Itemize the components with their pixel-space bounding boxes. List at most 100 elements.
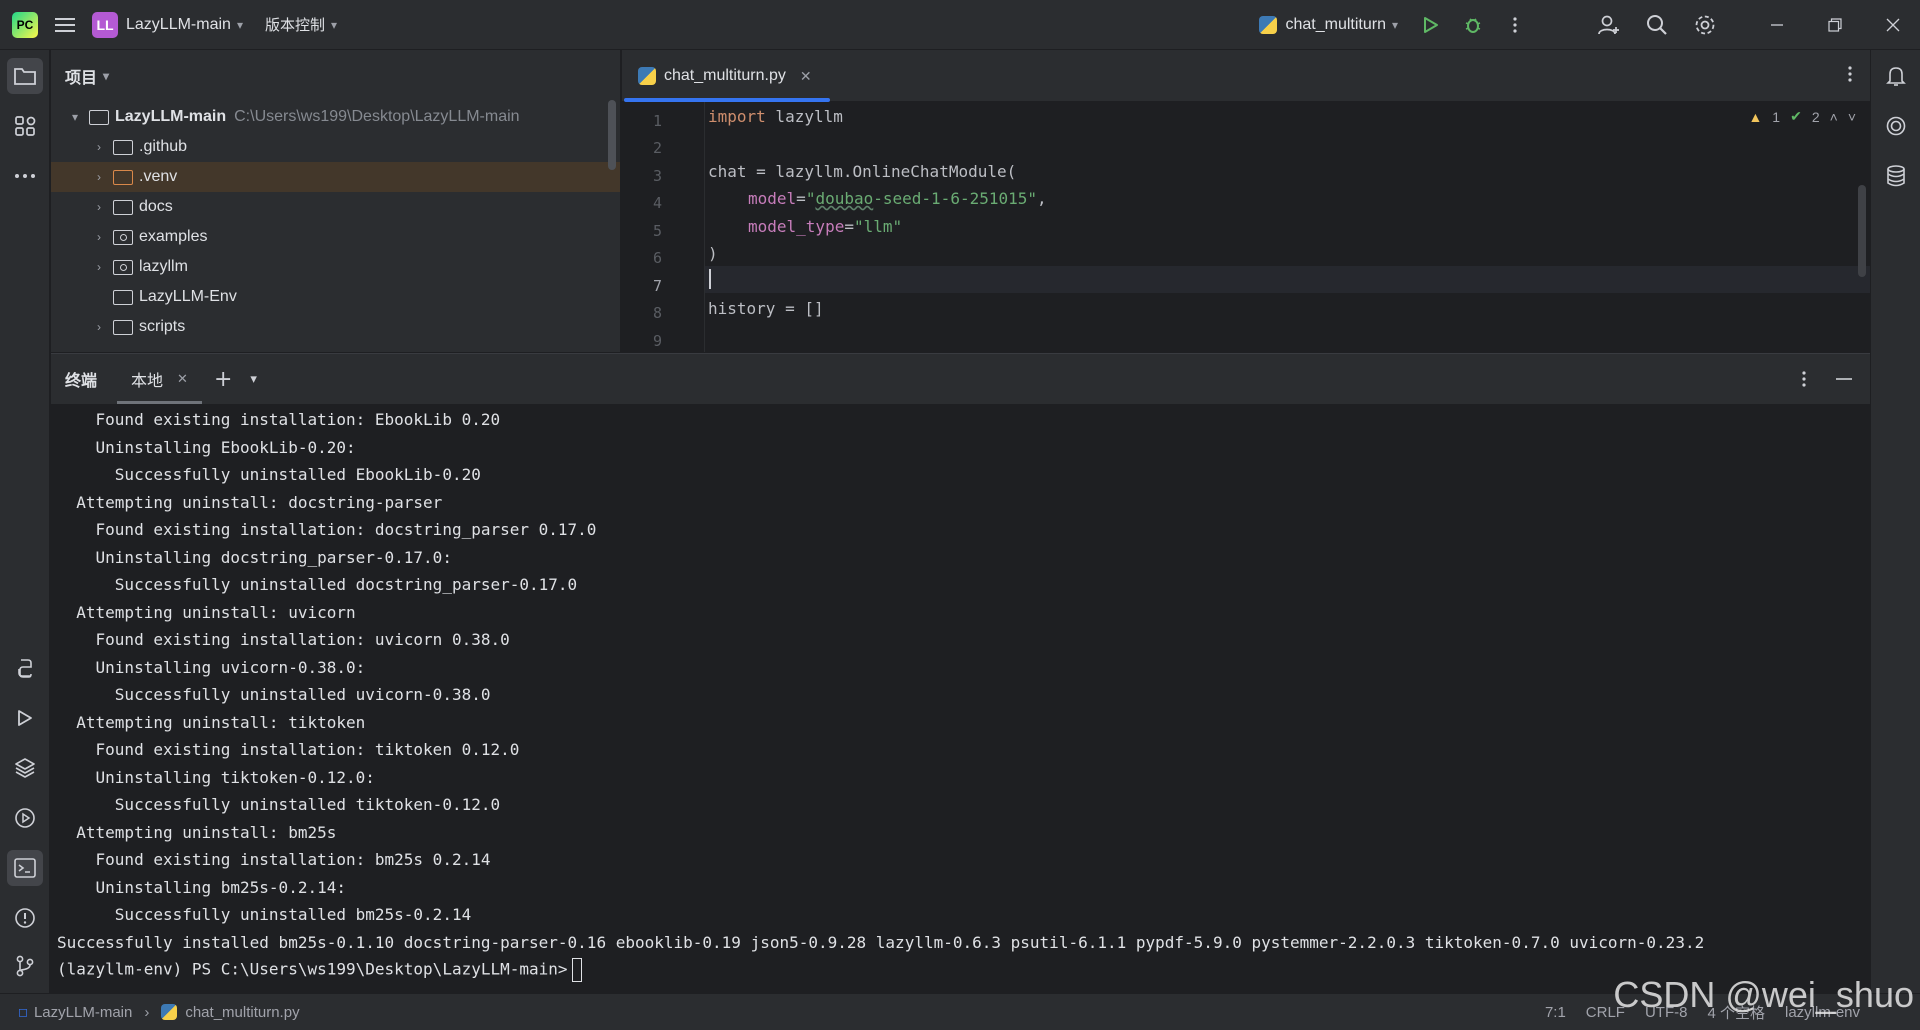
folder-icon — [113, 289, 133, 305]
editor-tab[interactable]: chat_multiturn.py ✕ — [622, 50, 830, 102]
structure-icon[interactable] — [7, 108, 43, 144]
pycharm-logo-icon[interactable]: PC — [12, 11, 38, 38]
line-number: 2 — [652, 139, 662, 157]
database-icon[interactable] — [1878, 158, 1914, 194]
project-scrollbar[interactable] — [608, 100, 616, 170]
tree-item-github[interactable]: › .github — [51, 132, 620, 162]
terminal-title: 终端 — [65, 373, 98, 390]
layers-icon[interactable] — [7, 750, 43, 786]
chevron-down-icon: ▾ — [330, 17, 338, 32]
terminal-icon[interactable] — [7, 850, 43, 886]
run-icon[interactable] — [1416, 10, 1446, 40]
terminal-line: Attempting uninstall: uvicorn — [57, 603, 356, 622]
terminal-line: Successfully uninstalled tiktoken-0.12.0 — [57, 795, 501, 814]
chevron-right-icon: › — [97, 200, 101, 214]
editor-panel: chat_multiturn.py ✕ 1 2 3 4 5 6 7 8 9 im… — [622, 50, 1870, 352]
code-line[interactable]: chat = lazyllm.OnlineChatModule( — [708, 162, 1016, 181]
code-line[interactable]: model="doubao-seed-1-6-251015", — [748, 189, 1047, 208]
weak-warning-count: 2 — [1811, 108, 1820, 125]
search-icon[interactable] — [1642, 10, 1672, 40]
tree-item-label: .venv — [139, 168, 178, 185]
project-panel-title: 项目 — [65, 70, 98, 87]
tree-item-venv[interactable]: › .venv — [51, 162, 620, 192]
tree-root-path: C:\Users\ws199\Desktop\LazyLLM-main — [234, 108, 520, 125]
caret-position[interactable]: 7:1 — [1545, 1004, 1566, 1021]
terminal-more-icon[interactable] — [1802, 371, 1806, 387]
chevron-down-icon[interactable]: ▾ — [250, 372, 257, 387]
services-icon[interactable] — [7, 800, 43, 836]
vcs-menu[interactable]: 版本控制 ▾ — [265, 14, 337, 35]
git-branch-icon[interactable] — [7, 948, 43, 984]
terminal-line: Uninstalling EbookLib-0.20: — [57, 438, 356, 457]
project-badge: LL — [92, 11, 118, 38]
breadcrumb-project[interactable]: LazyLLM-main — [34, 1004, 132, 1021]
tree-item-docs[interactable]: › docs — [51, 192, 620, 222]
tree-item-scripts[interactable]: › scripts — [51, 312, 620, 342]
notifications-bell-icon[interactable] — [1878, 58, 1914, 94]
chevron-down-icon: ▾ — [71, 110, 79, 124]
tree-item-lazyllm-env[interactable]: LazyLLM-Env — [51, 282, 620, 312]
tree-root[interactable]: ▾ LazyLLM-main C:\Users\ws199\Desktop\La… — [51, 102, 620, 132]
editor-scrollbar[interactable] — [1858, 185, 1866, 277]
chevron-down-icon[interactable]: ˅ — [1848, 109, 1856, 125]
close-window-icon[interactable] — [1878, 10, 1908, 40]
close-tab-icon[interactable]: ✕ — [177, 372, 188, 387]
inspections-widget[interactable]: ▲ 1 ✔ 2 ˄ ˅ — [1748, 108, 1856, 125]
terminal-line: Successfully uninstalled bm25s-0.2.14 — [57, 905, 472, 924]
warning-count: 1 — [1772, 108, 1781, 125]
project-panel-header[interactable]: 项目 ▾ — [51, 50, 620, 102]
breadcrumb-file[interactable]: chat_multiturn.py — [185, 1004, 299, 1021]
project-tool-folder-icon[interactable] — [7, 58, 43, 94]
restore-icon[interactable] — [1820, 10, 1850, 40]
terminal-tab-local[interactable]: 本地 ✕ — [117, 354, 202, 404]
tree-item-label: scripts — [139, 318, 186, 335]
terminal-prompt: (lazyllm-env) PS C:\Users\ws199\Desktop\… — [57, 959, 568, 979]
chevron-down-icon: ▾ — [236, 17, 243, 32]
main-menu-icon[interactable] — [50, 10, 80, 40]
editor-more-icon[interactable] — [1848, 66, 1852, 82]
hide-panel-icon[interactable] — [1836, 377, 1852, 381]
project-name: LazyLLM-main — [126, 15, 231, 33]
terminal-line: Uninstalling tiktoken-0.12.0: — [57, 768, 375, 787]
line-number: 5 — [652, 222, 662, 240]
code-line[interactable]: history = [] — [708, 299, 824, 318]
terminal-line: Successfully installed bm25s-0.1.10 docs… — [57, 933, 1705, 952]
tree-item-examples[interactable]: › examples — [51, 222, 620, 252]
python-console-icon[interactable] — [7, 650, 43, 686]
terminal-line: Successfully uninstalled uvicorn-0.38.0 — [57, 685, 491, 704]
terminal-line: Attempting uninstall: docstring-parser — [57, 493, 443, 512]
debug-icon[interactable] — [1458, 10, 1488, 40]
project-selector[interactable]: LL LazyLLM-main ▾ — [92, 11, 243, 38]
problems-icon[interactable] — [7, 900, 43, 936]
run-tool-icon[interactable] — [7, 700, 43, 736]
code-line[interactable]: model_type="llm" — [748, 217, 902, 236]
code-line[interactable]: import lazyllm — [708, 107, 843, 126]
tree-item-label: lazyllm — [139, 258, 188, 275]
run-config-selector[interactable]: chat_multiturn ▾ — [1259, 15, 1398, 34]
chevron-down-icon: ▾ — [103, 69, 110, 83]
settings-gear-icon[interactable] — [1690, 10, 1720, 40]
new-terminal-plus-icon[interactable]: + — [214, 367, 232, 392]
terminal-prompt-line[interactable]: (lazyllm-env) PS C:\Users\ws199\Desktop\… — [57, 958, 582, 982]
code-line[interactable]: ) — [708, 244, 718, 263]
package-folder-icon — [113, 259, 133, 275]
line-number: 1 — [652, 112, 662, 130]
project-panel: 项目 ▾ ▾ LazyLLM-main C:\Users\ws199\Deskt… — [51, 50, 621, 352]
more-tools-icon[interactable] — [7, 158, 43, 194]
chevron-up-icon[interactable]: ˄ — [1830, 109, 1838, 125]
close-tab-icon[interactable]: ✕ — [800, 68, 812, 85]
minimize-icon[interactable] — [1762, 10, 1792, 40]
folder-icon — [113, 319, 133, 335]
chevron-down-icon: ▾ — [1391, 17, 1398, 32]
python-file-icon — [1259, 15, 1278, 34]
ai-assistant-icon[interactable] — [1878, 108, 1914, 144]
more-vertical-icon[interactable] — [1500, 10, 1530, 40]
watermark: CSDN @wei_shuo — [1613, 974, 1914, 1015]
add-user-icon[interactable] — [1594, 10, 1624, 40]
chevron-right-icon: › — [97, 260, 101, 274]
chevron-right-icon: › — [144, 1003, 150, 1021]
terminal-panel: 终端 本地 ✕ + ▾ Found existing installation:… — [51, 353, 1870, 993]
tree-item-lazyllm[interactable]: › lazyllm — [51, 252, 620, 282]
folder-excluded-icon — [113, 169, 133, 185]
terminal-line: Uninstalling bm25s-0.2.14: — [57, 878, 346, 897]
